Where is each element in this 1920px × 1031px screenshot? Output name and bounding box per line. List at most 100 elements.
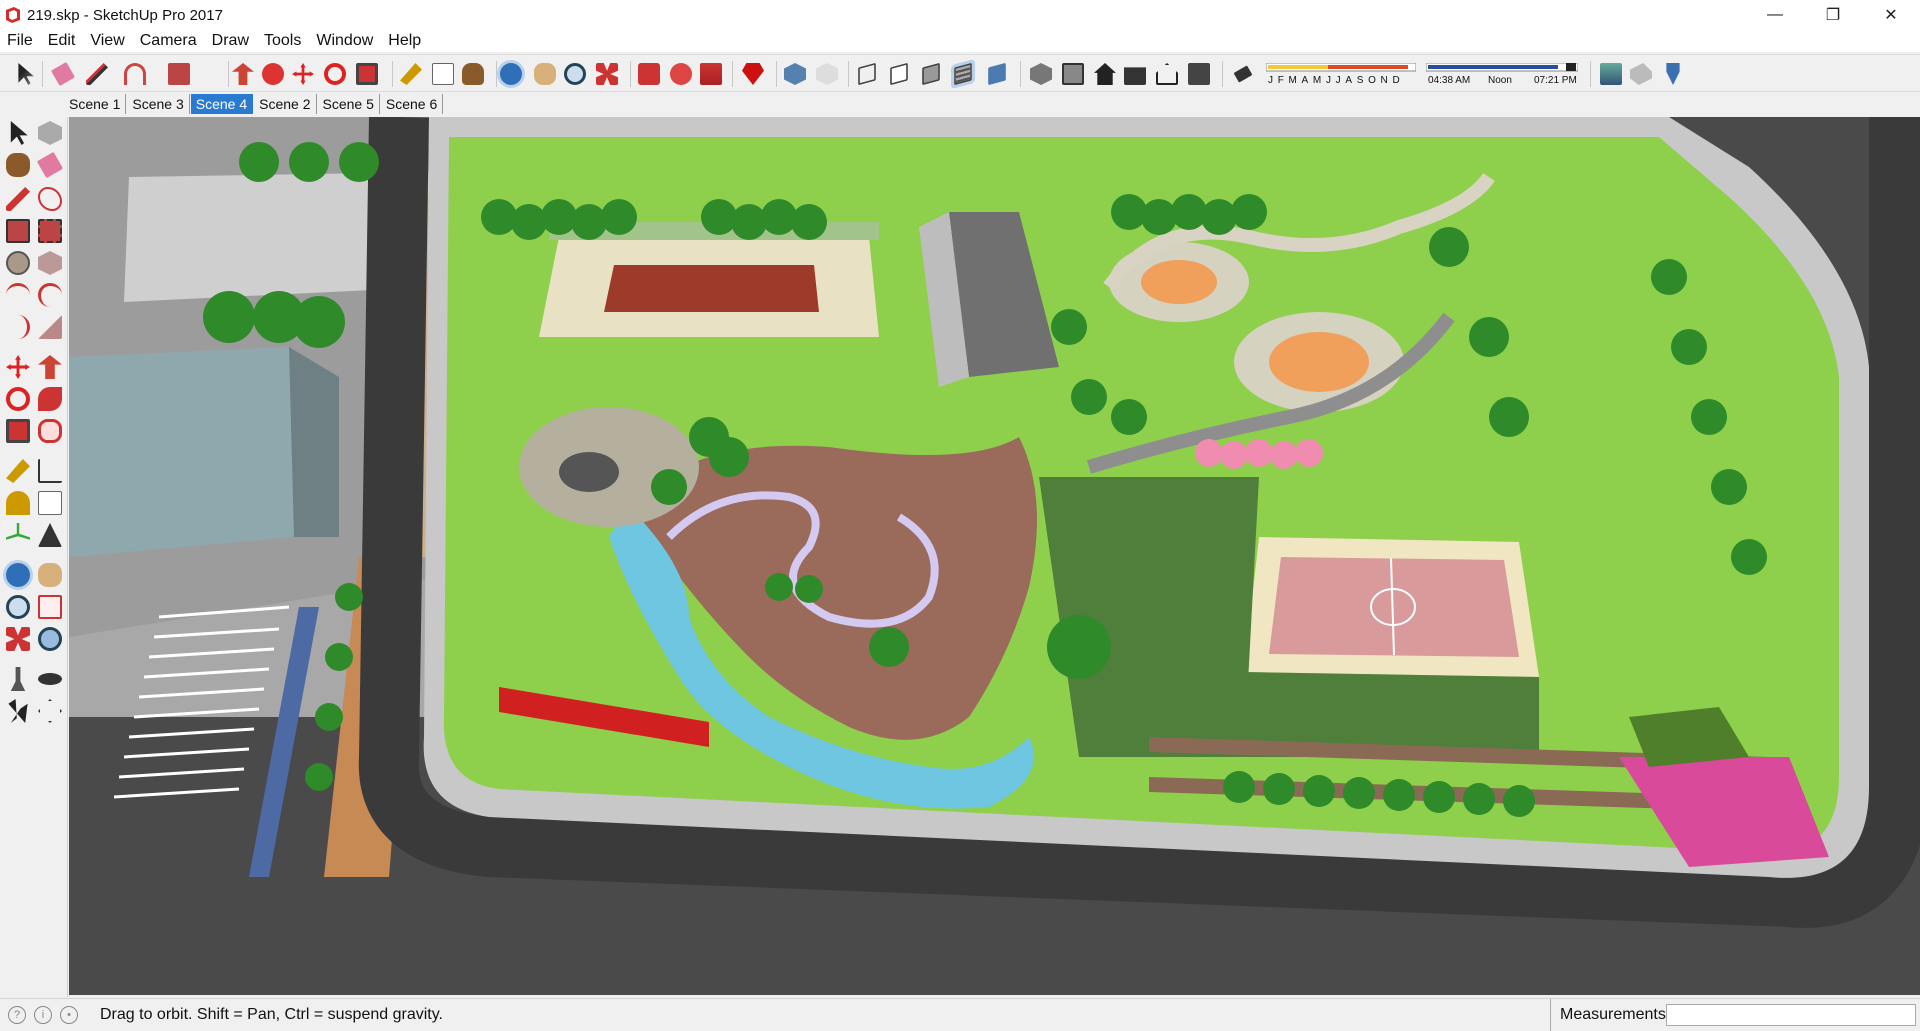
menu-file[interactable]: File	[0, 32, 41, 50]
close-button[interactable]: ✕	[1862, 0, 1920, 30]
move-tool-icon[interactable]	[6, 355, 30, 379]
iso-view-icon[interactable]	[1030, 63, 1052, 85]
pan-icon[interactable]	[534, 63, 556, 85]
scale-icon[interactable]	[356, 63, 378, 85]
tab-scene-4[interactable]: Scene 4	[190, 94, 254, 114]
zoom-icon[interactable]	[564, 63, 586, 85]
time-start-label: 04:38 AM	[1428, 75, 1471, 86]
minimize-button[interactable]: —	[1746, 0, 1804, 30]
hidden-line-icon[interactable]	[890, 62, 908, 86]
push-pull-tool-icon[interactable]	[38, 355, 62, 379]
orbit-tool-icon[interactable]	[6, 563, 30, 587]
shadows-toggle-icon[interactable]	[1233, 65, 1253, 83]
tab-scene-1[interactable]: Scene 1	[64, 94, 127, 114]
menu-draw[interactable]: Draw	[205, 32, 257, 50]
eraser-tool-icon[interactable]	[36, 151, 64, 179]
fog-icon[interactable]	[1600, 63, 1622, 85]
menu-window[interactable]: Window	[309, 32, 381, 50]
ruby-icon[interactable]	[742, 63, 764, 85]
3d-text-tool-icon[interactable]	[38, 523, 62, 547]
make-component-icon[interactable]	[38, 121, 62, 145]
previous-view-icon[interactable]	[38, 627, 62, 651]
zoom-extents-tool-icon[interactable]	[6, 627, 30, 651]
pie-tool-icon[interactable]	[38, 315, 62, 339]
tab-scene-2[interactable]: Scene 2	[254, 94, 317, 114]
look-around-icon[interactable]	[38, 673, 62, 685]
arc-icon[interactable]	[124, 63, 146, 85]
extension-warehouse-icon[interactable]	[670, 63, 692, 85]
move-icon[interactable]	[292, 63, 314, 85]
model-viewport[interactable]	[69, 117, 1920, 995]
paint-bucket-tool-icon[interactable]	[6, 153, 30, 177]
rotate-icon[interactable]	[324, 63, 346, 85]
orbit-icon[interactable]	[500, 63, 522, 85]
line-tool-icon[interactable]	[6, 187, 30, 211]
zoom-tool-icon[interactable]	[6, 595, 30, 619]
walk-tool-icon[interactable]	[8, 699, 28, 723]
follow-me-tool-icon[interactable]	[38, 387, 62, 411]
freehand-tool-icon[interactable]	[38, 187, 62, 211]
position-camera-icon[interactable]	[10, 667, 26, 691]
warehouse-icon[interactable]	[638, 63, 660, 85]
menu-edit[interactable]: Edit	[41, 32, 84, 50]
pencil-icon[interactable]	[86, 63, 108, 85]
credits-info-icon[interactable]: i	[34, 1005, 52, 1024]
axes-tool-icon[interactable]	[6, 523, 30, 540]
text-tool-icon[interactable]	[38, 491, 62, 515]
tape-measure-tool-icon[interactable]	[6, 459, 30, 483]
layout-icon[interactable]	[700, 63, 722, 85]
scale-tool-icon[interactable]	[6, 419, 30, 443]
follow-me-icon[interactable]	[262, 63, 284, 85]
circle-tool-icon[interactable]	[6, 251, 30, 275]
polygon-tool-icon[interactable]	[38, 251, 62, 275]
shaded-textures-icon[interactable]	[954, 62, 972, 86]
user-account-icon[interactable]: •	[60, 1005, 78, 1024]
shaded-icon[interactable]	[922, 62, 940, 86]
xray-icon[interactable]	[784, 63, 806, 85]
right-view-icon[interactable]	[1124, 67, 1146, 85]
dimension-tool-icon[interactable]	[38, 459, 62, 483]
geo-location-status-icon[interactable]: ?	[8, 1005, 26, 1024]
tab-scene-6[interactable]: Scene 6	[381, 94, 444, 114]
menu-bar: File Edit View Camera Draw Tools Window …	[0, 30, 1920, 52]
back-view-icon[interactable]	[1156, 63, 1178, 85]
status-hint: Drag to orbit. Shift = Pan, Ctrl = suspe…	[100, 1005, 443, 1023]
rectangle-tool-icon[interactable]	[6, 219, 30, 243]
push-pull-icon[interactable]	[232, 63, 254, 85]
geo-location-icon[interactable]	[1666, 63, 1680, 85]
wireframe-icon[interactable]	[858, 62, 876, 86]
protractor-tool-icon[interactable]	[6, 491, 30, 515]
tab-scene-5[interactable]: Scene 5	[318, 94, 380, 114]
shape-icon[interactable]	[168, 63, 190, 85]
menu-help[interactable]: Help	[381, 32, 429, 50]
three-point-arc-icon[interactable]	[6, 315, 30, 339]
back-edges-icon[interactable]	[816, 63, 838, 85]
maximize-button[interactable]: ❐	[1804, 0, 1862, 30]
sandbox-icon[interactable]	[1630, 63, 1652, 85]
zoom-extents-icon[interactable]	[596, 63, 618, 85]
zoom-window-icon[interactable]	[38, 595, 62, 619]
rotated-rectangle-icon[interactable]	[38, 219, 62, 243]
large-tool-set	[0, 117, 68, 997]
eraser-icon[interactable]	[50, 61, 76, 87]
menu-tools[interactable]: Tools	[257, 32, 309, 50]
tab-scene-3[interactable]: Scene 3	[127, 94, 190, 114]
measurements-input[interactable]	[1666, 1004, 1916, 1026]
select-icon[interactable]	[18, 63, 34, 85]
text-icon[interactable]	[432, 63, 454, 85]
offset-tool-icon[interactable]	[38, 419, 62, 443]
left-view-icon[interactable]	[1188, 63, 1210, 85]
rotate-tool-icon[interactable]	[6, 387, 30, 411]
arc-tool-icon[interactable]	[6, 283, 30, 307]
menu-view[interactable]: View	[83, 32, 132, 50]
paint-bucket-icon[interactable]	[462, 63, 484, 85]
tape-measure-icon[interactable]	[400, 63, 422, 85]
two-point-arc-icon[interactable]	[38, 283, 62, 307]
front-view-icon[interactable]	[1094, 63, 1116, 85]
pan-tool-icon[interactable]	[38, 563, 62, 587]
menu-camera[interactable]: Camera	[133, 32, 205, 50]
section-plane-icon[interactable]	[38, 699, 62, 723]
monochrome-icon[interactable]	[988, 62, 1006, 86]
select-tool-icon[interactable]	[10, 121, 28, 145]
top-view-icon[interactable]	[1062, 63, 1084, 85]
